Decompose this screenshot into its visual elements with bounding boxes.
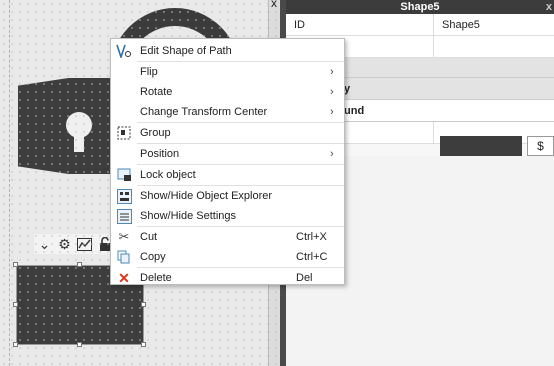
- resize-handle[interactable]: [141, 342, 146, 347]
- shortcut-label: Del: [296, 272, 313, 284]
- close-icon[interactable]: x: [268, 0, 280, 9]
- resize-handle[interactable]: [141, 302, 146, 307]
- keyhole-stem-shape: [74, 130, 84, 152]
- context-menu: Edit Shape of Path Flip › Rotate › Chang…: [110, 38, 345, 288]
- resize-handle[interactable]: [13, 262, 18, 267]
- shortcut-label: Ctrl+C: [296, 251, 328, 263]
- resize-handle[interactable]: [77, 262, 82, 267]
- chevron-right-icon: ›: [330, 66, 334, 78]
- group-icon: [111, 123, 137, 143]
- shortcut-label: Ctrl+X: [296, 231, 327, 243]
- chevron-down-icon[interactable]: ⌄: [36, 236, 53, 253]
- close-icon[interactable]: x: [546, 0, 552, 14]
- chevron-right-icon: ›: [330, 106, 334, 118]
- panel-title: Shape5: [400, 1, 440, 13]
- chevron-right-icon: ›: [330, 148, 334, 160]
- chart-icon[interactable]: [76, 236, 93, 253]
- resize-handle[interactable]: [77, 342, 82, 347]
- menu-item-show-hide-object-explorer[interactable]: Show/Hide Object Explorer: [111, 186, 344, 206]
- menu-item-flip[interactable]: Flip ›: [111, 62, 344, 82]
- panel-header: Shape5 x: [286, 0, 554, 14]
- gear-icon[interactable]: ⚙: [56, 236, 73, 253]
- chevron-right-icon: ›: [330, 86, 334, 98]
- edit-path-icon: [111, 41, 137, 61]
- resize-handle[interactable]: [13, 302, 18, 307]
- menu-item-change-transform-center[interactable]: Change Transform Center ›: [111, 102, 344, 122]
- copy-icon: [111, 247, 137, 267]
- settings-panel-icon: [111, 206, 137, 226]
- color-picker-button[interactable]: $: [527, 136, 554, 156]
- lock-object-icon: [111, 165, 137, 185]
- object-explorer-icon: [111, 186, 137, 206]
- property-value[interactable]: Shape5: [434, 14, 554, 35]
- menu-item-edit-shape-of-path[interactable]: Edit Shape of Path: [111, 41, 344, 61]
- menu-item-cut[interactable]: ✂ Cut Ctrl+X: [111, 227, 344, 247]
- menu-item-lock-object[interactable]: Lock object: [111, 165, 344, 185]
- property-name: ID: [286, 14, 434, 35]
- menu-item-group[interactable]: Group: [111, 123, 344, 143]
- scissors-icon: ✂: [118, 229, 130, 244]
- delete-x-icon: ✕: [118, 269, 130, 286]
- menu-item-show-hide-settings[interactable]: Show/Hide Settings: [111, 206, 344, 226]
- menu-item-delete[interactable]: ✕ Delete Del: [111, 268, 344, 288]
- shape-mini-toolbar: ⌄ ⚙: [34, 234, 115, 254]
- menu-item-rotate[interactable]: Rotate ›: [111, 82, 344, 102]
- vertical-guide: [0, 0, 10, 366]
- menu-item-copy[interactable]: Copy Ctrl+C: [111, 247, 344, 267]
- fill-color-swatch[interactable]: [440, 136, 522, 156]
- menu-item-position[interactable]: Position ›: [111, 144, 344, 164]
- property-row: ID Shape5: [286, 14, 554, 36]
- resize-handle[interactable]: [13, 342, 18, 347]
